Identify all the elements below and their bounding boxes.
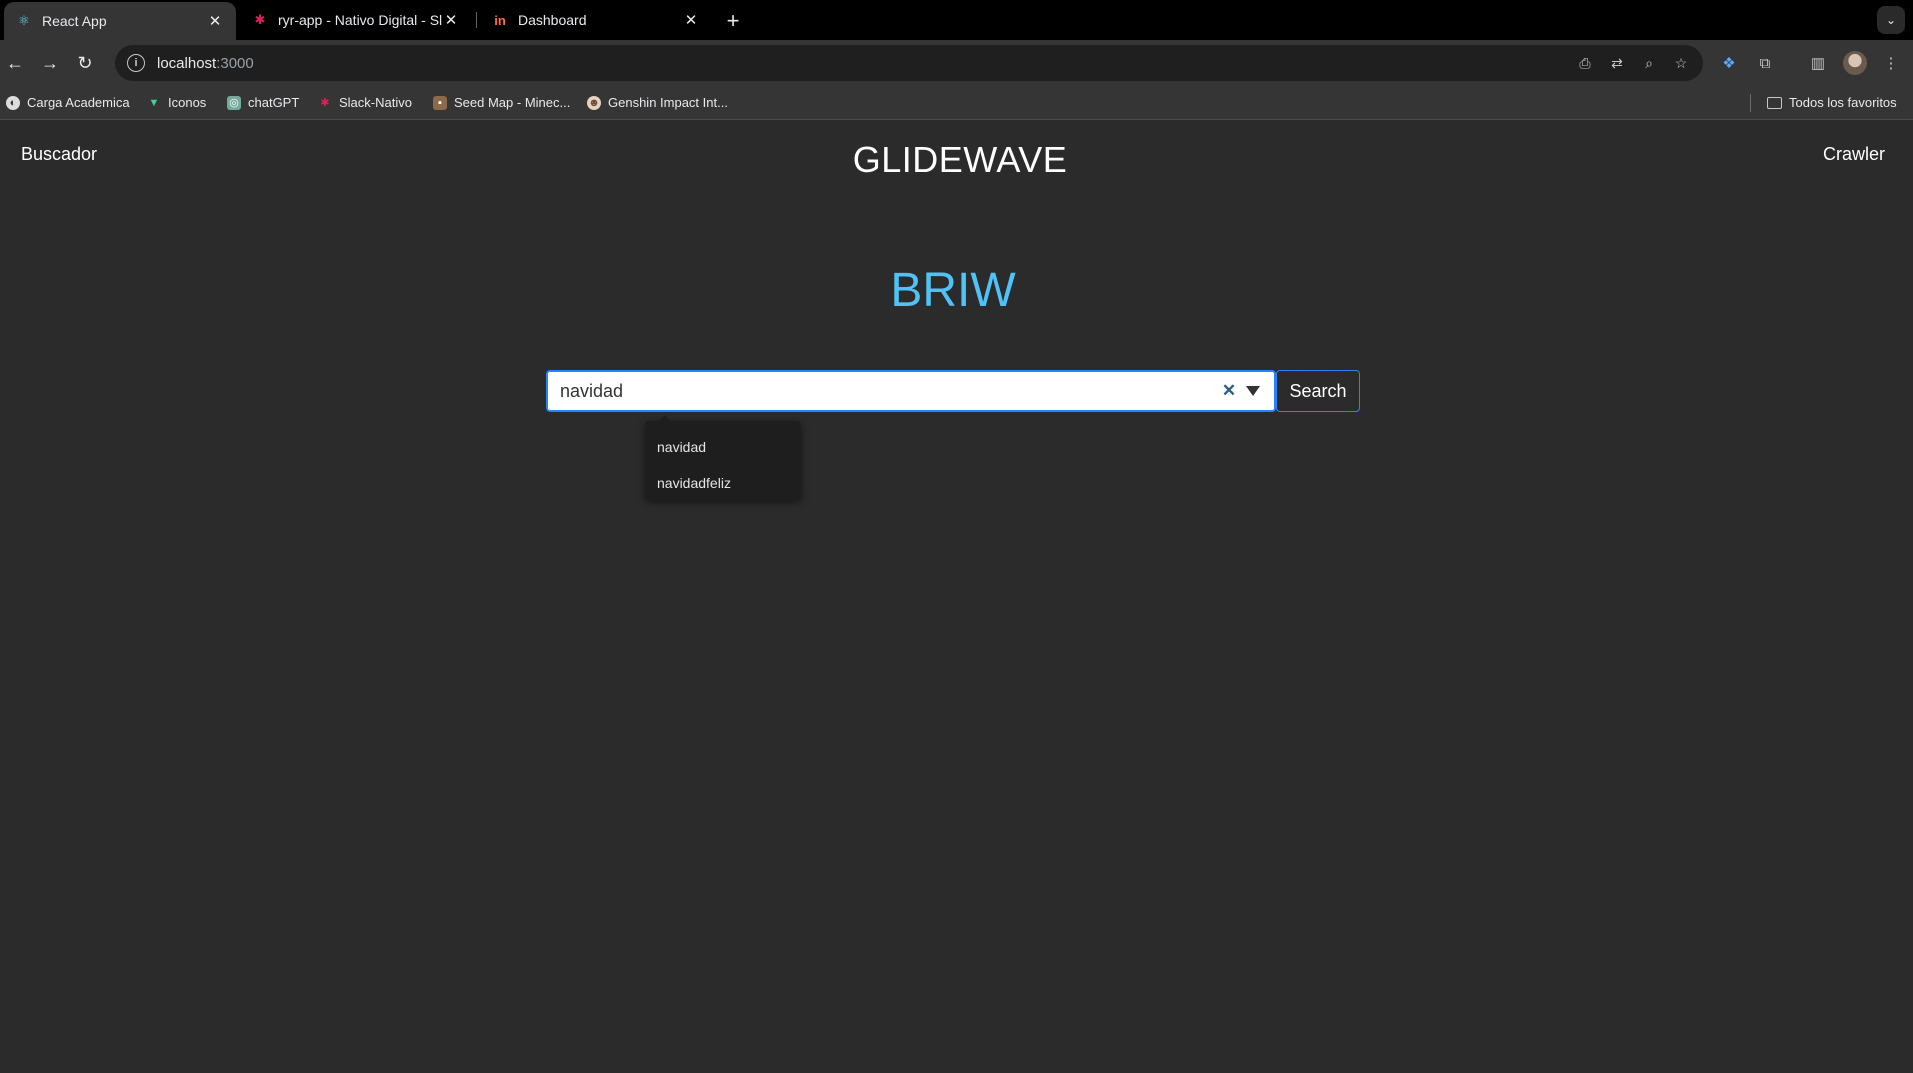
tab-title: Dashboard [518,12,587,28]
react-icon: ⚛ [18,13,30,28]
browser-tab-strip: ⚛ React App ✕ ✱ ryr-app - Nativo Digital… [0,0,1913,40]
folder-icon [1767,96,1782,109]
bookmarks-bar: ◐ Carga Academica ▼ Iconos ◎ chatGPT ✱ S… [0,86,1913,120]
menu-kebab-icon[interactable]: ⋮ [1879,51,1903,75]
bookmark-label: chatGPT [248,95,300,110]
tab-slack[interactable]: ✱ ryr-app - Nativo Digital - Slac ✕ [240,0,472,40]
close-tab-icon[interactable]: ✕ [206,12,224,30]
bookmark-label: Todos los favoritos [1789,95,1897,110]
side-panel-icon[interactable]: ▥ [1806,51,1830,75]
address-bar[interactable]: i localhost:3000 ⎙ ⇄ ⌕ ☆ [115,45,1703,81]
zoom-icon[interactable]: ⌕ [1639,53,1659,73]
close-tab-icon[interactable]: ✕ [682,11,700,29]
bookmark-iconos[interactable]: ▼ Iconos [147,95,207,110]
slack-icon: ✱ [254,12,266,27]
dropdown-arrow-icon[interactable] [1242,380,1264,402]
bookmarks-divider [1750,94,1751,112]
bookmark-chatgpt[interactable]: ◎ chatGPT [227,95,299,110]
bookmark-label: Slack-Nativo [339,95,412,110]
suggestions-dropdown: navidad navidadfeliz [645,415,801,501]
site-info-icon[interactable]: i [127,54,145,72]
genshin-icon: ☻ [587,95,601,110]
tab-search-icon[interactable]: ⌄ [1877,6,1905,34]
bookmark-label: Genshin Impact Int... [608,95,728,110]
slack-icon: ✱ [320,97,330,109]
profile-avatar[interactable] [1843,51,1867,75]
translate-icon[interactable]: ⇄ [1607,53,1627,73]
search-input[interactable] [548,372,1218,410]
page-heading: BRIW [890,264,1016,317]
suggestion-item[interactable]: navidad [645,429,801,465]
chatgpt-icon: ◎ [227,95,241,110]
search-select[interactable]: ✕ [546,370,1276,412]
bookmark-label: Carga Academica [27,95,130,110]
install-app-icon[interactable]: ⎙ [1575,53,1595,73]
tab-dashboard[interactable]: in Dashboard ✕ [480,0,712,40]
address-port: :3000 [216,54,254,72]
new-tab-icon[interactable]: + [720,8,746,34]
bookmark-label: Seed Map - Minec... [454,95,571,110]
brand-title: GLIDEWAVE [852,139,1068,180]
bookmark-genshin[interactable]: ☻ Genshin Impact Int... [587,95,728,110]
tab-title: ryr-app - Nativo Digital - Slac [278,12,442,28]
app-page: Buscador GLIDEWAVE Crawler BRIW ✕ Search… [0,121,1913,1073]
globe-icon: ◐ [6,95,20,110]
back-icon[interactable]: ← [0,48,30,78]
clear-icon[interactable]: ✕ [1218,380,1240,402]
address-host: localhost [157,54,217,72]
extensions-puzzle-icon[interactable]: ⧉ [1753,51,1777,75]
close-tab-icon[interactable]: ✕ [442,11,460,29]
bookmarks-folder[interactable]: Todos los favoritos [1767,95,1897,110]
reload-icon[interactable]: ↻ [70,48,100,78]
forward-icon[interactable]: → [35,48,65,78]
bookmark-carga-academica[interactable]: ◐ Carga Academica [6,95,130,110]
tab-title: React App [42,13,107,29]
bookmark-label: Iconos [168,95,207,110]
nav-link-crawler[interactable]: Crawler [1823,144,1885,165]
extension-icon[interactable]: ❖ [1717,51,1741,75]
vuetify-icon: ▼ [148,96,160,109]
bookmark-slack-nativo[interactable]: ✱ Slack-Nativo [318,95,412,110]
tab-separator [476,12,477,28]
suggestion-item[interactable]: navidadfeliz [645,465,801,501]
search-button[interactable]: Search [1276,370,1360,412]
invision-icon: in [494,12,506,28]
minecraft-block-icon: ▪ [433,95,447,110]
browser-toolbar: ← → ↻ i localhost:3000 ⎙ ⇄ ⌕ ☆ ❖ ⧉ ▥ ⋮ [0,40,1913,86]
bookmark-seed-map[interactable]: ▪ Seed Map - Minec... [433,95,570,110]
tab-react-app[interactable]: ⚛ React App ✕ [4,2,236,40]
bookmark-star-icon[interactable]: ☆ [1671,53,1691,73]
